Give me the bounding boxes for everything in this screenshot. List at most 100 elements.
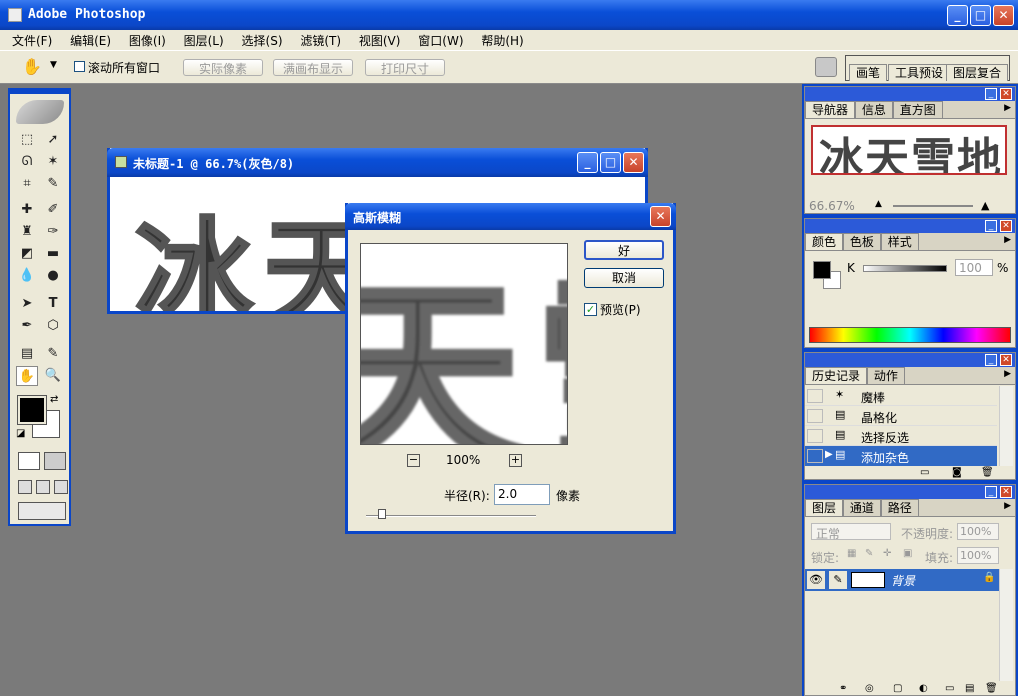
quick-mask-mode-icon[interactable] bbox=[44, 452, 66, 470]
dialog-close-button[interactable]: ✕ bbox=[650, 206, 671, 227]
layer-visibility-eye-icon[interactable]: 👁 bbox=[807, 571, 825, 589]
layer-row-background[interactable]: 👁 ✎ 背景 🔒 bbox=[805, 569, 999, 591]
radius-slider-track[interactable] bbox=[366, 515, 536, 517]
menu-filter[interactable]: 滤镜(T) bbox=[300, 34, 341, 48]
hand-tool-icon[interactable]: ✋ bbox=[16, 366, 38, 386]
navigator-menu-icon[interactable]: ▶ bbox=[1004, 103, 1011, 113]
healing-brush-tool-icon[interactable]: ✚ bbox=[16, 200, 38, 220]
tab-styles[interactable]: 样式 bbox=[880, 233, 919, 250]
blur-tool-icon[interactable]: 💧 bbox=[16, 266, 38, 286]
layer-mask-icon[interactable]: ▢ bbox=[893, 683, 902, 694]
default-colors-icon[interactable]: ◪ bbox=[16, 428, 25, 439]
history-brush-tool-icon[interactable]: ✑ bbox=[42, 222, 64, 242]
new-group-icon[interactable]: ▭ bbox=[945, 683, 954, 694]
tab-histogram[interactable]: 直方图 bbox=[892, 101, 943, 118]
tab-paths[interactable]: 路径 bbox=[880, 499, 919, 516]
maximize-button[interactable]: □ bbox=[970, 5, 991, 26]
stamp-tool-icon[interactable]: ♜ bbox=[16, 222, 38, 242]
color-k-slider[interactable] bbox=[863, 265, 947, 272]
path-selection-tool-icon[interactable]: ➤ bbox=[16, 294, 38, 314]
screen-mode-full-icon[interactable] bbox=[54, 480, 68, 494]
file-browser-icon[interactable] bbox=[815, 57, 837, 77]
history-item[interactable]: ▤ 选择反选 bbox=[805, 426, 997, 446]
swap-colors-icon[interactable]: ⇄ bbox=[50, 394, 58, 405]
preview-checkbox[interactable]: ✓ bbox=[584, 303, 597, 316]
lock-transparent-icon[interactable]: ▦ bbox=[847, 548, 856, 559]
new-layer-icon[interactable]: ▤ bbox=[965, 683, 974, 694]
palette-well-layer-comps-tab[interactable]: 图层复合 bbox=[946, 64, 1009, 81]
crop-tool-icon[interactable]: ⌗ bbox=[16, 174, 38, 194]
document-close-button[interactable]: ✕ bbox=[623, 152, 644, 173]
history-source-box[interactable] bbox=[807, 429, 823, 443]
history-menu-icon[interactable]: ▶ bbox=[1004, 369, 1011, 379]
new-document-icon[interactable]: ▭ bbox=[920, 467, 929, 478]
delete-layer-icon[interactable]: 🗑 bbox=[985, 683, 998, 694]
palette-well-tool-presets-tab[interactable]: 工具预设 bbox=[888, 64, 951, 81]
foreground-color-swatch[interactable] bbox=[17, 395, 47, 425]
navigator-minimize-button[interactable]: _ bbox=[985, 88, 997, 100]
pen-tool-icon[interactable]: ✒ bbox=[16, 316, 38, 336]
color-menu-icon[interactable]: ▶ bbox=[1004, 235, 1011, 245]
navigator-zoom-value[interactable]: 66.67% bbox=[809, 199, 855, 213]
eraser-tool-icon[interactable]: ◩ bbox=[16, 244, 38, 264]
blend-mode-select[interactable]: 正常 bbox=[811, 523, 891, 541]
cancel-button[interactable]: 取消 bbox=[584, 268, 664, 288]
move-tool-icon[interactable]: ➚ bbox=[42, 130, 64, 150]
brush-tool-icon[interactable]: ✐ bbox=[42, 200, 64, 220]
magic-wand-tool-icon[interactable]: ✶ bbox=[42, 152, 64, 172]
tab-actions[interactable]: 动作 bbox=[866, 367, 905, 384]
radius-input[interactable]: 2.0 bbox=[494, 484, 550, 505]
tab-history[interactable]: 历史记录 bbox=[805, 367, 868, 384]
tab-info[interactable]: 信息 bbox=[854, 101, 893, 118]
layers-scrollbar[interactable] bbox=[999, 569, 1013, 681]
tab-layers[interactable]: 图层 bbox=[805, 499, 844, 516]
lock-position-icon[interactable]: ✛ bbox=[883, 548, 891, 559]
menu-window[interactable]: 窗口(W) bbox=[418, 34, 463, 48]
layers-close-button[interactable]: ✕ bbox=[1000, 486, 1012, 498]
new-snapshot-icon[interactable]: ◙ bbox=[952, 467, 962, 478]
hand-tool-icon[interactable]: ✋ bbox=[22, 57, 42, 76]
print-size-button[interactable]: 打印尺寸 bbox=[365, 59, 445, 76]
actual-pixels-button[interactable]: 实际像素 bbox=[183, 59, 263, 76]
standard-mode-icon[interactable] bbox=[18, 452, 40, 470]
lock-image-icon[interactable]: ✎ bbox=[865, 548, 873, 559]
tab-channels[interactable]: 通道 bbox=[842, 499, 881, 516]
layers-menu-icon[interactable]: ▶ bbox=[1004, 501, 1011, 511]
menu-edit[interactable]: 编辑(E) bbox=[70, 34, 111, 48]
tab-color[interactable]: 颜色 bbox=[805, 233, 844, 250]
color-minimize-button[interactable]: _ bbox=[985, 220, 997, 232]
preview-pane[interactable]: 冰天雪地 bbox=[360, 243, 568, 445]
history-source-box[interactable] bbox=[807, 389, 823, 403]
slice-tool-icon[interactable]: ✎ bbox=[42, 174, 64, 194]
menu-image[interactable]: 图像(I) bbox=[129, 34, 166, 48]
menu-file[interactable]: 文件(F) bbox=[12, 34, 52, 48]
eyedropper-tool-icon[interactable]: ✎ bbox=[42, 344, 64, 364]
type-tool-icon[interactable]: T bbox=[42, 294, 64, 314]
shape-tool-icon[interactable]: ⬡ bbox=[42, 316, 64, 336]
history-scrollbar[interactable] bbox=[999, 386, 1013, 466]
history-item-selected[interactable]: ▶ ▤ 添加杂色 bbox=[805, 446, 997, 466]
menu-layer[interactable]: 图层(L) bbox=[184, 34, 224, 48]
trash-icon[interactable]: 🗑 bbox=[981, 467, 994, 478]
tool-preset-dropdown-icon[interactable]: ▼ bbox=[50, 60, 57, 70]
fill-input[interactable]: 100% bbox=[957, 547, 999, 564]
color-value-input[interactable]: 100 bbox=[955, 259, 993, 276]
navigator-thumbnail[interactable]: 冰天雪地 bbox=[811, 125, 1007, 175]
screen-mode-full-menu-icon[interactable] bbox=[36, 480, 50, 494]
gradient-tool-icon[interactable]: ▬ bbox=[42, 244, 64, 264]
opacity-input[interactable]: 100% bbox=[957, 523, 999, 540]
history-item[interactable]: ✶ 魔棒 bbox=[805, 386, 997, 406]
menu-help[interactable]: 帮助(H) bbox=[481, 34, 523, 48]
tab-navigator[interactable]: 导航器 bbox=[805, 101, 856, 118]
history-source-box[interactable] bbox=[807, 409, 823, 423]
tab-swatches[interactable]: 色板 bbox=[842, 233, 881, 250]
color-spectrum-bar[interactable] bbox=[809, 327, 1011, 343]
document-minimize-button[interactable]: _ bbox=[577, 152, 598, 173]
close-button[interactable]: ✕ bbox=[993, 5, 1014, 26]
menu-select[interactable]: 选择(S) bbox=[242, 34, 283, 48]
zoom-in-button[interactable]: + bbox=[509, 454, 522, 467]
jump-to-imageready-icon[interactable] bbox=[18, 502, 66, 520]
lasso-tool-icon[interactable]: ᘏ bbox=[16, 152, 38, 172]
navigator-close-button[interactable]: ✕ bbox=[1000, 88, 1012, 100]
layers-minimize-button[interactable]: _ bbox=[985, 486, 997, 498]
